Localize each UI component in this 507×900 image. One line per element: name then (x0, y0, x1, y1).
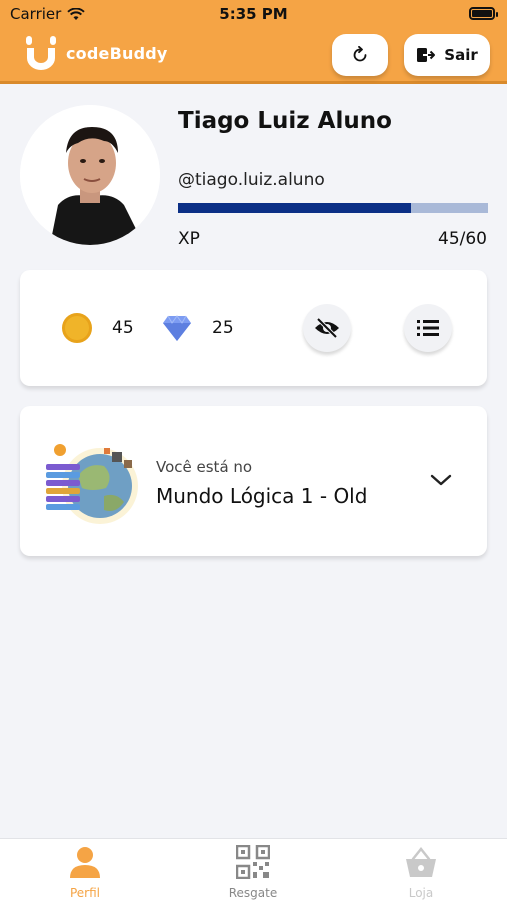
tab-perfil[interactable]: Perfil (30, 845, 140, 900)
logout-icon (417, 48, 436, 62)
logo-text: codeBuddy (66, 43, 168, 63)
app-logo: codeBuddy (24, 34, 168, 72)
world-globe-image (46, 444, 138, 524)
xp-value: 45/60 (438, 229, 487, 249)
tab-resgate[interactable]: Resgate (198, 844, 308, 900)
xp-progress-fill (178, 203, 411, 213)
logout-label: Sair (444, 46, 478, 64)
world-subtitle: Você está no (156, 458, 253, 476)
list-button[interactable] (404, 304, 452, 352)
xp-progress-bar (178, 203, 488, 213)
basket-icon (406, 846, 436, 877)
refresh-button[interactable] (332, 34, 388, 76)
tab-loja-label: Loja (408, 886, 434, 900)
logout-button[interactable]: Sair (404, 34, 490, 76)
coin-count: 45 (112, 318, 134, 338)
profile-name: Tiago Luiz Aluno (178, 108, 392, 134)
diamond-icon (163, 315, 191, 341)
status-bar: Carrier 5:35 PM (0, 0, 507, 28)
gem-count: 25 (212, 318, 234, 338)
eye-off-icon (315, 318, 339, 338)
world-title: Mundo Lógica 1 - Old (156, 484, 368, 508)
tab-loja[interactable]: Loja (366, 845, 476, 900)
tab-resgate-label: Resgate (228, 886, 278, 900)
avatar (20, 105, 160, 245)
hide-balance-button[interactable] (303, 304, 351, 352)
app-header: Carrier 5:35 PM codeBuddy Sair (0, 0, 507, 84)
status-time: 5:35 PM (219, 5, 288, 23)
currency-card: 45 25 (20, 270, 487, 386)
bottom-tab-bar: Perfil Resgate Loja (0, 838, 507, 900)
chevron-down-icon (430, 474, 452, 486)
person-icon (70, 847, 100, 878)
battery-icon (469, 7, 498, 20)
tab-perfil-label: Perfil (69, 886, 101, 900)
xp-label: XP (178, 229, 200, 249)
avatar-photo (20, 105, 160, 245)
codebuddy-logo-icon (26, 36, 56, 70)
profile-handle: @tiago.luiz.aluno (178, 170, 325, 190)
coin-icon (62, 313, 92, 343)
world-selector[interactable]: Você está no Mundo Lógica 1 - Old (20, 406, 487, 556)
refresh-icon (353, 46, 367, 62)
qr-code-icon (235, 844, 271, 880)
list-icon (417, 320, 439, 336)
